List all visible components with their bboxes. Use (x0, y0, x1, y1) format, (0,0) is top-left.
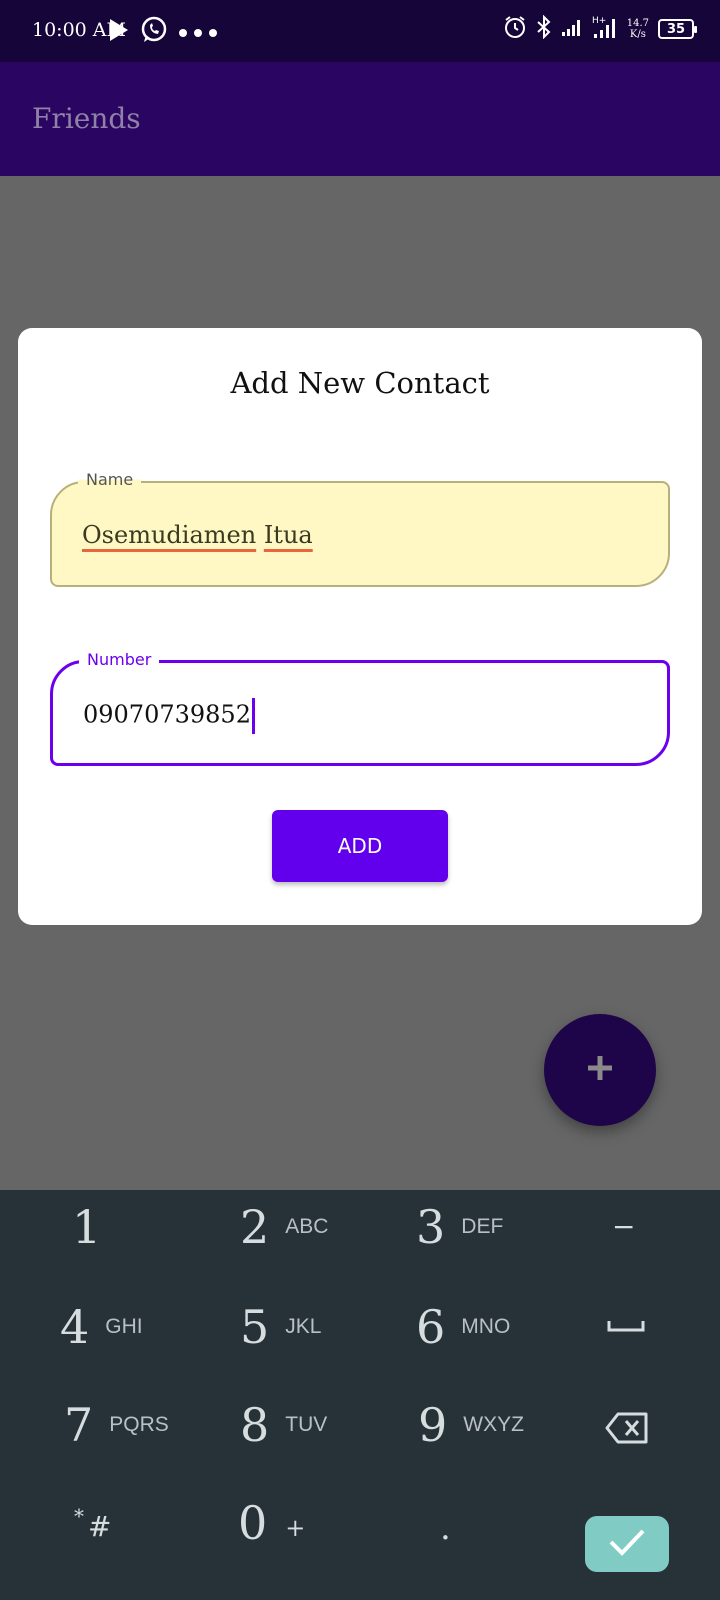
app-title: Friends (32, 102, 141, 135)
key-5[interactable]: 5 JKL (240, 1300, 321, 1354)
number-value: 09070739852 (83, 700, 251, 729)
battery-indicator: 35 (658, 19, 697, 39)
bluetooth-icon (536, 14, 552, 43)
key-2-letters: ABC (285, 1215, 329, 1238)
name-input[interactable]: Osemudiamen Itua (82, 521, 313, 549)
name-field-label: Name (78, 470, 142, 489)
checkmark-icon (607, 1527, 647, 1561)
name-field[interactable]: Name Osemudiamen Itua (50, 470, 670, 587)
network-speed: 14.7 K/s (627, 18, 649, 40)
key-0-digit: 0 (238, 1496, 268, 1550)
key-7-digit: 7 (64, 1398, 94, 1452)
alarm-icon (503, 15, 527, 43)
app-bar: Friends (0, 62, 720, 176)
key-1-digit: 1 (72, 1200, 102, 1254)
number-field-label: Number (79, 650, 160, 669)
number-field[interactable]: Number 09070739852 (50, 650, 670, 766)
key-2-digit: 2 (240, 1200, 270, 1254)
key-star-hash[interactable]: * # (74, 1498, 111, 1543)
text-caret (251, 698, 255, 734)
key-3[interactable]: 3 DEF (416, 1200, 503, 1254)
key-4[interactable]: 4 GHI (60, 1300, 143, 1354)
minus-icon: − (612, 1210, 636, 1243)
network-speed-unit: K/s (629, 29, 646, 40)
add-contact-dialog: Add New Contact Name Osemudiamen Itua Nu… (18, 328, 702, 925)
key-backspace[interactable] (604, 1410, 650, 1450)
dialog-title: Add New Contact (230, 366, 490, 400)
name-first: Osemudiamen (82, 521, 257, 549)
number-input[interactable]: 09070739852 (83, 698, 255, 734)
key-7-letters: PQRS (109, 1413, 169, 1436)
name-last: Itua (263, 521, 313, 549)
dot-symbol: . (440, 1508, 451, 1548)
network-speed-value: 14.7 (626, 18, 649, 29)
space-icon (606, 1318, 646, 1338)
add-contact-fab[interactable] (544, 1014, 656, 1126)
key-3-digit: 3 (416, 1200, 446, 1254)
key-6-digit: 6 (416, 1300, 446, 1354)
key-0[interactable]: 0 + (238, 1496, 305, 1550)
plus-symbol: + (285, 1514, 306, 1542)
signal-icon (561, 16, 583, 42)
numeric-keyboard: 1 2 ABC 3 DEF − 4 GHI 5 JKL 6 MNO 7 PQRS… (0, 1190, 720, 1600)
key-8-letters: TUV (285, 1413, 328, 1436)
key-minus[interactable]: − (612, 1210, 635, 1243)
svg-text:H+: H+ (592, 16, 606, 26)
done-key[interactable] (585, 1516, 669, 1572)
key-8[interactable]: 8 TUV (240, 1398, 327, 1452)
play-store-icon (108, 17, 130, 47)
key-2[interactable]: 2 ABC (240, 1200, 328, 1254)
notification-icons (108, 16, 218, 48)
key-9[interactable]: 9 WXYZ (418, 1398, 524, 1452)
key-3-letters: DEF (461, 1215, 504, 1238)
plus-icon (585, 1053, 615, 1087)
key-9-letters: WXYZ (463, 1413, 524, 1436)
battery-level: 35 (666, 21, 686, 37)
key-space[interactable] (606, 1318, 646, 1338)
key-5-letters: JKL (285, 1315, 322, 1338)
key-9-digit: 9 (418, 1398, 448, 1452)
key-dot[interactable]: . (440, 1508, 451, 1548)
key-1[interactable]: 1 (72, 1200, 101, 1254)
key-8-digit: 8 (240, 1398, 270, 1452)
star-symbol: * (74, 1504, 84, 1528)
status-bar: 10:00 AM H+ 14.7 K/s 35 (0, 0, 720, 62)
backspace-icon (604, 1410, 650, 1450)
hash-symbol: # (88, 1510, 112, 1543)
whatsapp-icon (140, 16, 168, 48)
key-6-letters: MNO (461, 1315, 511, 1338)
status-right-icons: H+ 14.7 K/s 35 (503, 14, 697, 44)
key-6[interactable]: 6 MNO (416, 1300, 510, 1354)
key-4-digit: 4 (60, 1300, 90, 1354)
key-4-letters: GHI (105, 1315, 143, 1338)
signal-h-plus-icon: H+ (592, 14, 618, 44)
key-5-digit: 5 (240, 1300, 270, 1354)
add-button[interactable]: ADD (272, 810, 448, 882)
more-notifications-icon (178, 23, 218, 42)
key-7[interactable]: 7 PQRS (64, 1398, 169, 1452)
